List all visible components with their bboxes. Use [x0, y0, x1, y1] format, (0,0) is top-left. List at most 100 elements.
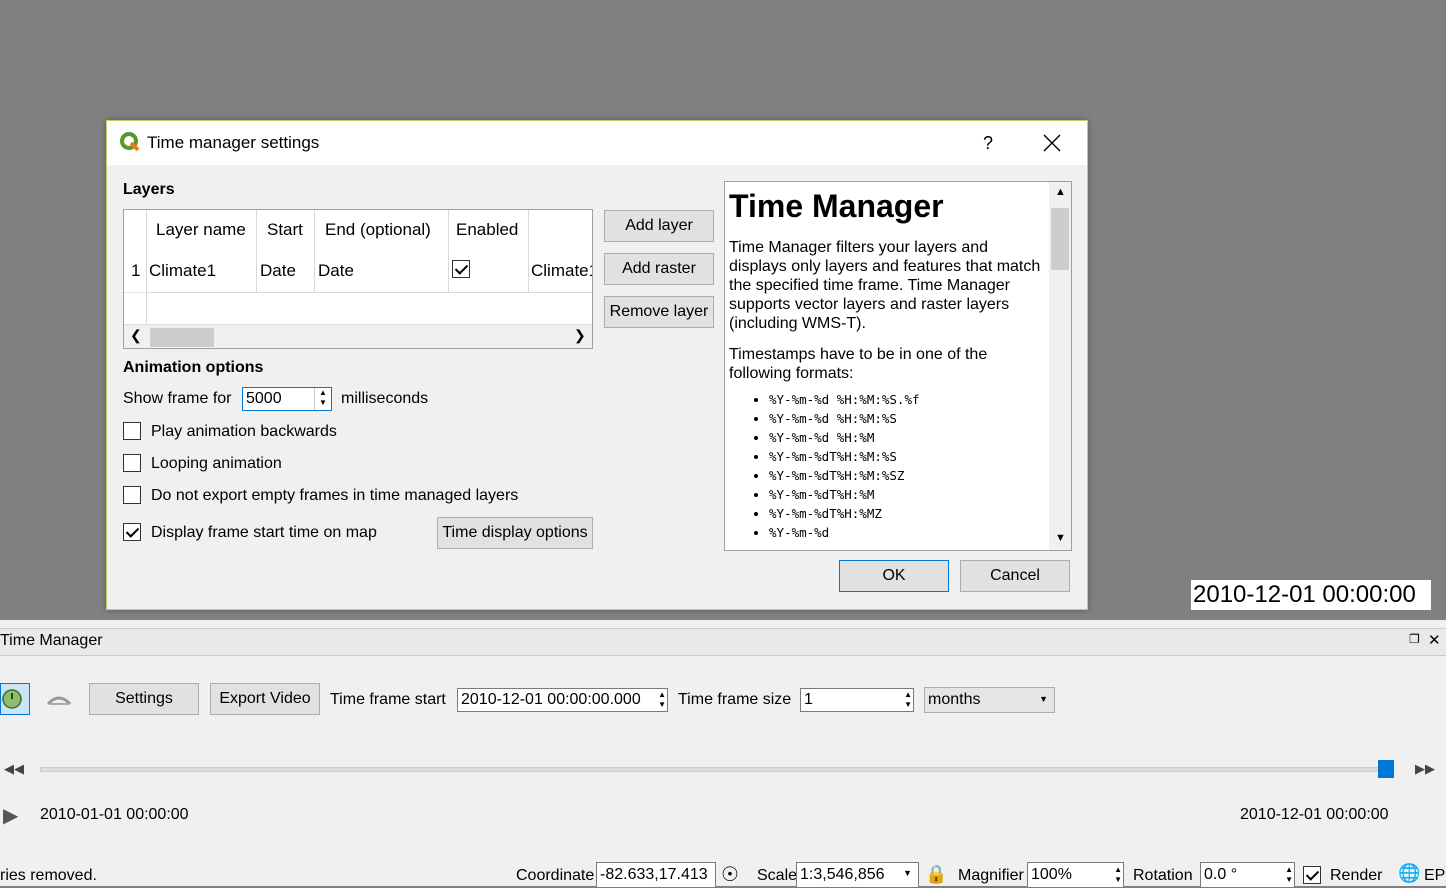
- layer-table[interactable]: Layer name Start End (optional) Enabled …: [123, 209, 593, 349]
- crs-label[interactable]: EPS: [1424, 867, 1446, 885]
- map-time-label: 2010-12-01 00:00:00: [1191, 580, 1431, 610]
- scroll-up-icon[interactable]: ▲: [1055, 186, 1066, 198]
- magnifier-label: Magnifier: [958, 867, 1024, 884]
- globe-icon[interactable]: 🌐: [1398, 863, 1420, 884]
- looping-checkbox[interactable]: [123, 454, 141, 472]
- export-video-button[interactable]: Export Video: [210, 683, 320, 715]
- add-raster-button[interactable]: Add raster: [604, 253, 714, 285]
- rotation-spinbox[interactable]: 0.0 ° ▲ ▼: [1200, 862, 1295, 888]
- list-item: %Y-%m-%d %H:%M:%S.%f: [769, 390, 920, 409]
- spin-arrows-icon[interactable]: ▲ ▼: [1114, 865, 1122, 885]
- render-checkbox[interactable]: [1303, 866, 1321, 884]
- column-header-start[interactable]: Start: [267, 220, 303, 240]
- coordinate-field[interactable]: -82.633,17.413: [596, 862, 716, 888]
- power-icon: [2, 689, 22, 709]
- cell-layer-name[interactable]: Climate1: [149, 261, 216, 281]
- time-frame-size-value[interactable]: 1: [804, 691, 813, 709]
- spin-arrows-icon[interactable]: ▲ ▼: [314, 388, 331, 410]
- layers-section-label: Layers: [123, 181, 175, 198]
- scrollbar-thumb[interactable]: [150, 328, 214, 347]
- play-backwards-checkbox[interactable]: [123, 422, 141, 440]
- list-item: %Y-%m-%d %H:%M:%S: [769, 409, 920, 428]
- close-icon[interactable]: ✕: [1428, 631, 1441, 649]
- list-item: %Y-%m-%d %H:%M: [769, 428, 920, 447]
- cancel-button[interactable]: Cancel: [960, 560, 1070, 592]
- dock-title: Time Manager: [0, 632, 103, 649]
- show-frame-label: Show frame for: [123, 390, 232, 407]
- list-item: %Y-%m-%dT%H:%M:%SZ: [769, 466, 920, 485]
- cell-end[interactable]: Date: [318, 261, 354, 281]
- scroll-right-icon[interactable]: ❯: [574, 327, 586, 344]
- rewind-icon[interactable]: ◀◀: [4, 761, 24, 777]
- cell-extra[interactable]: Climate1: [531, 261, 592, 281]
- display-time-checkbox[interactable]: [123, 523, 141, 541]
- play-icon[interactable]: ▶: [3, 803, 18, 828]
- status-message: ries removed.: [0, 867, 97, 884]
- coordinate-value[interactable]: -82.633,17.413: [600, 866, 708, 884]
- enabled-checkbox[interactable]: [452, 260, 470, 278]
- help-title: Time Manager: [729, 188, 944, 224]
- time-unit-value: months: [928, 691, 981, 708]
- remove-layer-button[interactable]: Remove layer: [604, 296, 714, 328]
- frame-duration-value[interactable]: 5000: [246, 390, 282, 408]
- spin-arrows-icon[interactable]: ▲ ▼: [904, 690, 912, 710]
- vertical-scrollbar[interactable]: ▲ ▼: [1049, 182, 1071, 550]
- time-frame-start-label: Time frame start: [330, 691, 446, 708]
- display-time-label[interactable]: Display frame start time on map: [151, 524, 377, 542]
- help-paragraph-2: Timestamps have to be in one of the foll…: [729, 346, 988, 382]
- time-frame-size-label: Time frame size: [678, 691, 792, 708]
- column-header-layer-name[interactable]: Layer name: [156, 220, 246, 240]
- animation-section-label: Animation options: [123, 359, 264, 376]
- time-display-options-button[interactable]: Time display options: [437, 517, 593, 549]
- scroll-down-icon[interactable]: ▼: [1055, 532, 1066, 544]
- magnifier-value[interactable]: 100%: [1031, 866, 1072, 884]
- chevron-down-icon: ▼: [1039, 694, 1048, 704]
- mouse-pointer-icon[interactable]: ☉: [721, 862, 739, 887]
- help-panel[interactable]: Time Manager Time Manager filters your l…: [724, 181, 1072, 551]
- no-empty-frames-checkbox[interactable]: [123, 486, 141, 504]
- scrollbar-thumb[interactable]: [1051, 208, 1069, 270]
- cell-start[interactable]: Date: [260, 261, 296, 281]
- looping-label[interactable]: Looping animation: [151, 455, 282, 473]
- time-frame-start-input[interactable]: 2010-12-01 00:00:00.000 ▲ ▼: [457, 688, 668, 712]
- status-bar: ries removed. Coordinate -82.633,17.413 …: [0, 858, 1446, 888]
- chevron-down-icon: ▼: [903, 868, 912, 878]
- render-label[interactable]: Render: [1330, 867, 1382, 885]
- time-slider-handle[interactable]: [1378, 760, 1394, 778]
- float-icon[interactable]: ❐: [1409, 632, 1420, 646]
- add-layer-button[interactable]: Add layer: [604, 210, 714, 242]
- time-slider-track[interactable]: [40, 767, 1390, 772]
- film-icon[interactable]: [46, 690, 72, 708]
- qgis-logo-icon: [120, 132, 140, 152]
- horizontal-scrollbar[interactable]: ❮ ❯: [124, 324, 592, 348]
- magnifier-spinbox[interactable]: 100% ▲ ▼: [1027, 862, 1124, 888]
- time-frame-size-input[interactable]: 1 ▲ ▼: [800, 688, 914, 712]
- frame-duration-spinbox[interactable]: 5000 ▲ ▼: [242, 387, 332, 411]
- settings-button[interactable]: Settings: [89, 683, 199, 715]
- scale-value[interactable]: 1:3,546,856: [800, 866, 885, 884]
- forward-icon[interactable]: ▶▶: [1415, 761, 1435, 777]
- column-header-end[interactable]: End (optional): [325, 220, 431, 240]
- lock-icon[interactable]: 🔒: [925, 864, 947, 885]
- coordinate-label: Coordinate: [516, 867, 595, 884]
- column-header-enabled[interactable]: Enabled: [456, 220, 518, 240]
- list-item: %Y-%m-%dT%H:%MZ: [769, 504, 920, 523]
- time-unit-select[interactable]: months ▼: [924, 687, 1055, 713]
- power-toggle-button[interactable]: [0, 683, 30, 715]
- time-frame-start-value[interactable]: 2010-12-01 00:00:00.000: [461, 691, 641, 709]
- format-list: %Y-%m-%d %H:%M:%S.%f %Y-%m-%d %H:%M:%S %…: [729, 390, 920, 542]
- close-icon[interactable]: [1037, 129, 1067, 157]
- rotation-value[interactable]: 0.0 °: [1204, 866, 1237, 884]
- dialog-titlebar: Time manager settings ?: [107, 121, 1087, 165]
- time-manager-dock: Time Manager ❐ ✕ Settings Export Video T…: [0, 620, 1446, 888]
- play-backwards-label[interactable]: Play animation backwards: [151, 423, 337, 441]
- help-button[interactable]: ?: [973, 129, 1003, 157]
- dock-header: Time Manager ❐ ✕: [0, 628, 1446, 656]
- scroll-left-icon[interactable]: ❮: [130, 327, 142, 344]
- ok-button[interactable]: OK: [839, 560, 949, 592]
- no-empty-frames-label[interactable]: Do not export empty frames in time manag…: [151, 487, 518, 505]
- list-item: %Y-%m-%dT%H:%M:%S: [769, 447, 920, 466]
- spin-arrows-icon[interactable]: ▲ ▼: [1285, 865, 1293, 885]
- scale-combo[interactable]: 1:3,546,856 ▼: [796, 862, 919, 888]
- spin-arrows-icon[interactable]: ▲ ▼: [658, 690, 666, 710]
